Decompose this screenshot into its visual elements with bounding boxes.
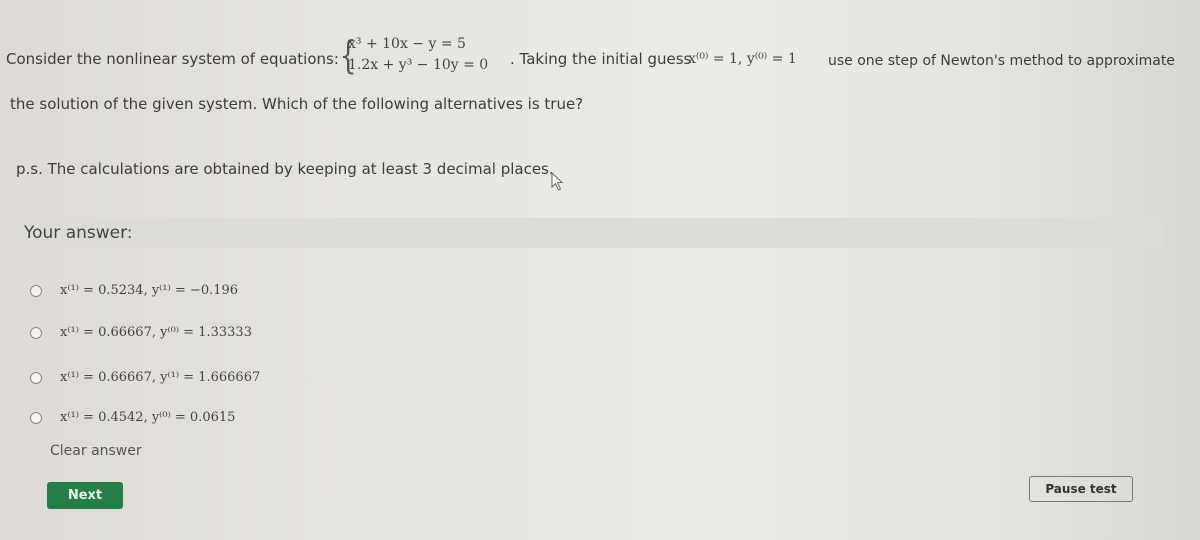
mouse-cursor-icon [551, 172, 564, 191]
option-2[interactable]: x⁽¹⁾ = 0.66667, y⁽⁰⁾ = 1.33333 [30, 325, 252, 340]
option-text: x⁽¹⁾ = 0.4542, y⁽⁰⁾ = 0.0615 [60, 410, 236, 425]
equation-2: 1.2x + y³ − 10y = 0 [348, 57, 489, 73]
answer-header: Your answer: [10, 218, 1165, 248]
clear-answer-link[interactable]: Clear answer [50, 443, 142, 459]
option-text: x⁽¹⁾ = 0.5234, y⁽¹⁾ = −0.196 [60, 283, 239, 298]
instruction-text: use one step of Newton's method to appro… [828, 53, 1175, 69]
radio-button[interactable] [30, 411, 42, 424]
pause-test-button[interactable]: Pause test [1029, 476, 1133, 502]
option-text: x⁽¹⁾ = 0.66667, y⁽¹⁾ = 1.666667 [60, 370, 261, 385]
question-intro: Consider the nonlinear system of equatio… [6, 50, 339, 68]
initial-guess: x⁽⁰⁾ = 1, y⁽⁰⁾ = 1 [688, 51, 797, 67]
question-note: p.s. The calculations are obtained by ke… [16, 160, 554, 178]
equation-1: x³ + 10x − y = 5 [348, 36, 466, 52]
option-4[interactable]: x⁽¹⁾ = 0.4542, y⁽⁰⁾ = 0.0615 [30, 410, 235, 425]
guess-prefix: . Taking the initial guess [510, 50, 692, 68]
next-button[interactable]: Next [47, 482, 123, 509]
option-text: x⁽¹⁾ = 0.66667, y⁽⁰⁾ = 1.33333 [60, 325, 252, 340]
radio-button[interactable] [30, 284, 42, 297]
option-3[interactable]: x⁽¹⁾ = 0.66667, y⁽¹⁾ = 1.666667 [30, 370, 260, 385]
option-1[interactable]: x⁽¹⁾ = 0.5234, y⁽¹⁾ = −0.196 [30, 283, 238, 298]
radio-button[interactable] [30, 371, 42, 384]
question-line-2: the solution of the given system. Which … [10, 95, 584, 113]
answer-label: Your answer: [24, 223, 133, 243]
radio-button[interactable] [30, 326, 42, 339]
